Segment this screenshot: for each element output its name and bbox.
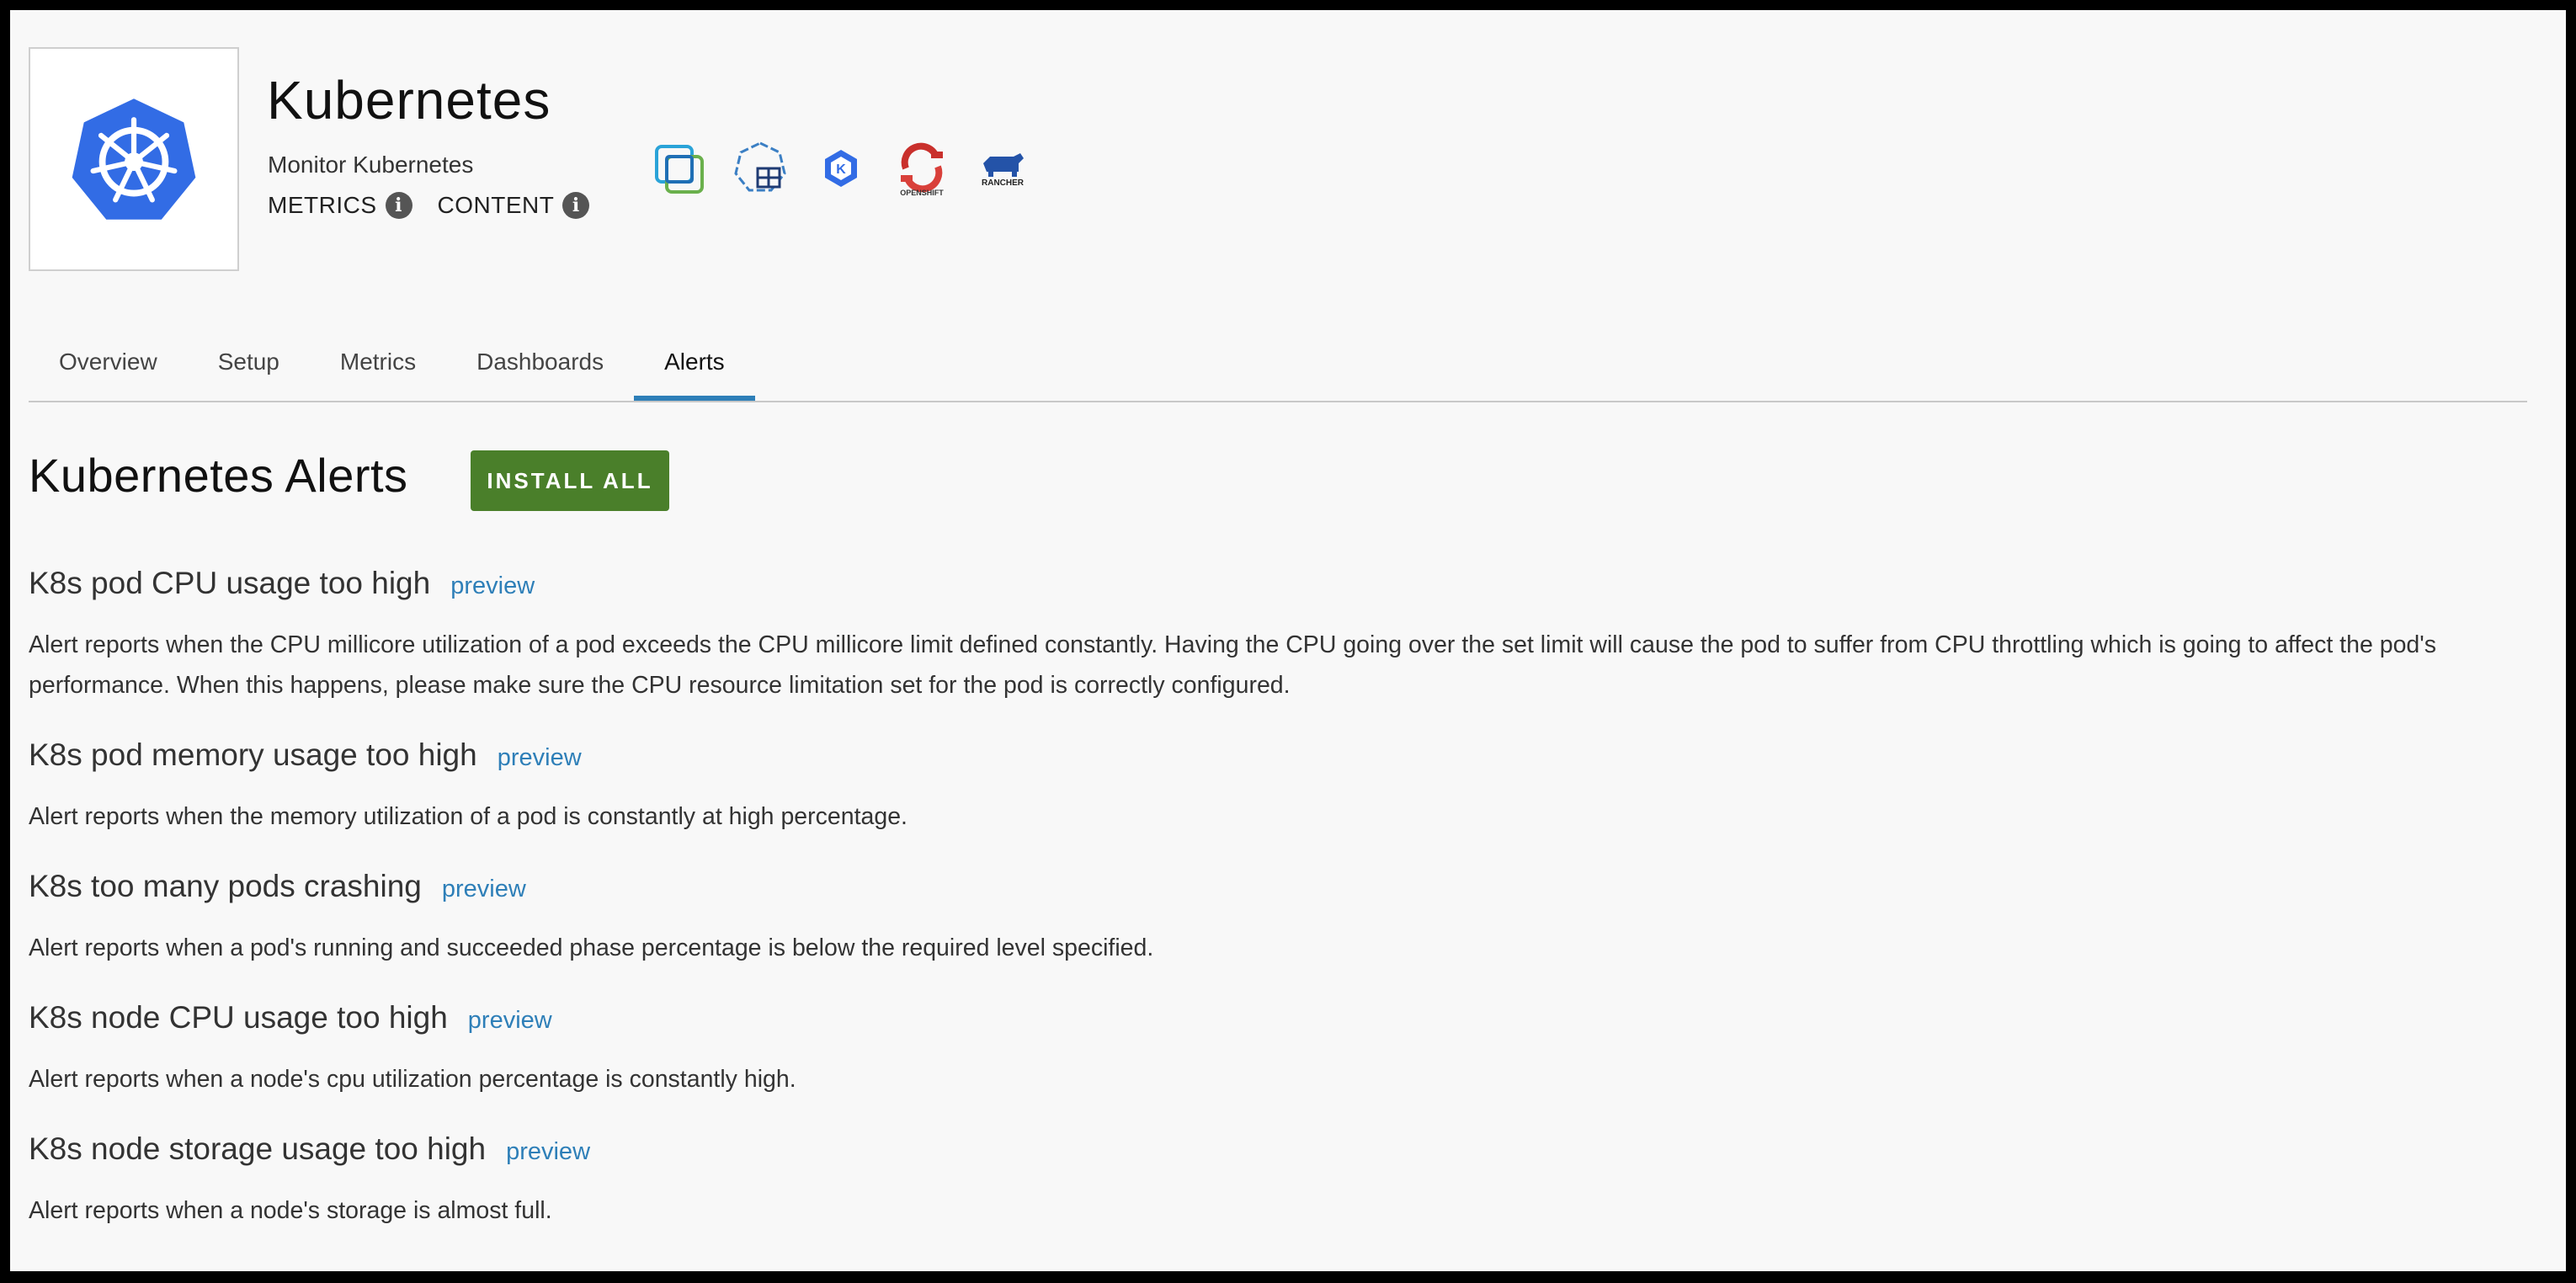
tab-dashboards[interactable]: Dashboards	[446, 342, 634, 401]
list-item: K8s pod memory usage too high preview Al…	[29, 737, 2520, 837]
kubernetes-cluster-icon	[732, 138, 788, 197]
tab-bar: Overview Setup Metrics Dashboards Alerts	[29, 342, 2527, 402]
list-item: K8s node storage usage too high preview …	[29, 1131, 2520, 1231]
alert-title: K8s node CPU usage too high	[29, 1000, 448, 1035]
alert-description: Alert reports when the memory utilizatio…	[29, 803, 907, 830]
metrics-tag-label: METRICS	[268, 192, 377, 218]
content-tag-label: CONTENT	[437, 192, 555, 218]
openshift-label: OPENSHIFT	[900, 189, 944, 197]
vmware-tanzu-icon	[652, 138, 707, 197]
openshift-icon: OPENSHIFT	[894, 138, 950, 197]
info-icon[interactable]: i	[385, 192, 412, 219]
supported-platforms: K OPENSHIFT RANCHER	[652, 138, 1030, 197]
preview-link[interactable]: preview	[450, 572, 535, 600]
tab-alerts[interactable]: Alerts	[634, 342, 755, 401]
preview-link[interactable]: preview	[468, 1007, 552, 1035]
preview-link[interactable]: preview	[498, 744, 582, 772]
alert-description: Alert reports when the CPU millicore uti…	[29, 631, 2436, 699]
page-subtitle: Monitor Kubernetes	[268, 152, 474, 178]
alert-title: K8s too many pods crashing	[29, 869, 422, 903]
content-tags: METRICS i CONTENT i	[268, 192, 590, 219]
list-item: K8s node CPU usage too high preview Aler…	[29, 1000, 2520, 1099]
kubernetes-hex-icon: K	[813, 138, 869, 197]
alert-title: K8s pod memory usage too high	[29, 737, 477, 772]
kubernetes-helm-wheel-icon	[72, 98, 196, 220]
content-tag: CONTENT i	[438, 192, 590, 219]
list-item: K8s too many pods crashing preview Alert…	[29, 869, 2520, 968]
metrics-tag: METRICS i	[268, 192, 412, 219]
integration-logo	[29, 47, 239, 271]
tab-overview[interactable]: Overview	[29, 342, 188, 401]
alert-title: K8s node storage usage too high	[29, 1131, 487, 1166]
page-title: Kubernetes	[267, 70, 551, 130]
svg-text:K: K	[836, 162, 846, 177]
preview-link[interactable]: preview	[442, 876, 526, 903]
alert-description: Alert reports when a node's storage is a…	[29, 1197, 552, 1224]
alert-description: Alert reports when a pod's running and s…	[29, 934, 1154, 961]
tab-setup[interactable]: Setup	[188, 342, 310, 401]
rancher-label: RANCHER	[982, 178, 1025, 188]
install-all-button[interactable]: INSTALL ALL	[471, 450, 669, 511]
section-title: Kubernetes Alerts	[29, 449, 408, 502]
alert-list: K8s pod CPU usage too high preview Alert…	[29, 566, 2520, 1263]
alert-title: K8s pod CPU usage too high	[29, 566, 431, 600]
list-item: K8s pod CPU usage too high preview Alert…	[29, 566, 2520, 705]
preview-link[interactable]: preview	[506, 1138, 590, 1166]
page: Kubernetes Monitor Kubernetes METRICS i …	[10, 10, 2566, 1271]
tab-metrics[interactable]: Metrics	[310, 342, 446, 401]
alert-description: Alert reports when a node's cpu utilizat…	[29, 1066, 796, 1093]
rancher-icon: RANCHER	[975, 138, 1030, 197]
info-icon[interactable]: i	[562, 192, 590, 219]
